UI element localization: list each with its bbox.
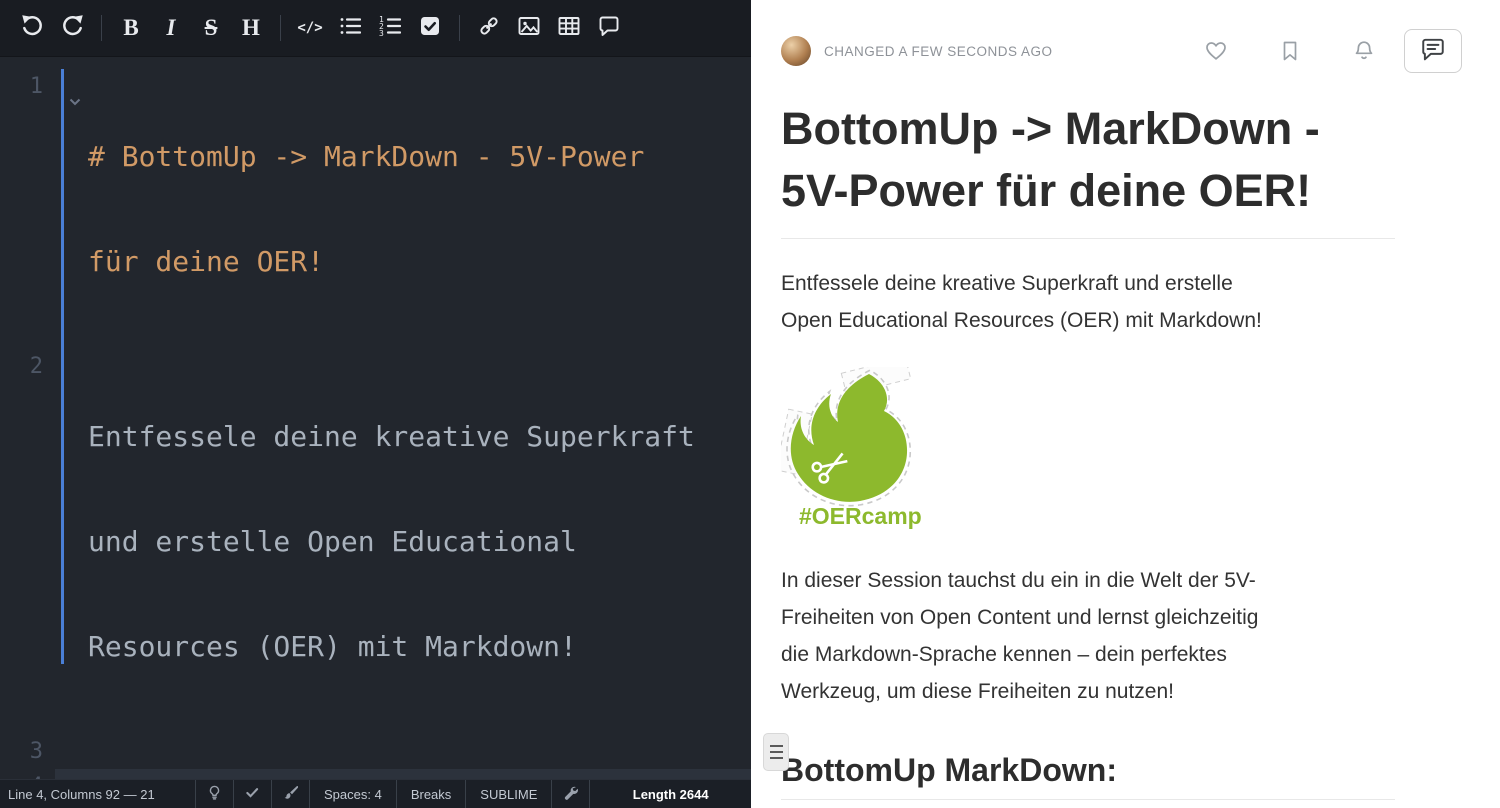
heading-icon: H bbox=[242, 15, 260, 41]
paragraph: Entfessele deine kreative Superkraft und… bbox=[781, 265, 1395, 339]
section-heading: BottomUp MarkDown: bbox=[781, 752, 1395, 800]
spellcheck-toggle[interactable] bbox=[234, 780, 272, 808]
bookmark-icon[interactable] bbox=[1278, 39, 1302, 63]
preview-pane: CHANGED A FEW SECONDS AGO BottomUp -> Ma… bbox=[751, 0, 1500, 808]
title-line: 5V-Power für deine OER! bbox=[781, 160, 1395, 222]
open-comments-button[interactable] bbox=[1404, 29, 1462, 73]
italic-button[interactable]: I bbox=[151, 8, 191, 48]
editor-line: 3 bbox=[0, 734, 751, 769]
line-number: 3 bbox=[30, 739, 43, 764]
table-button[interactable] bbox=[549, 8, 589, 48]
keymap-toggle[interactable]: SUBLIME bbox=[466, 780, 552, 808]
comment-icon bbox=[598, 15, 620, 42]
code-row: für deine OER! bbox=[88, 244, 751, 279]
note-actions bbox=[1204, 39, 1376, 63]
redo-icon bbox=[61, 14, 84, 42]
check-square-icon bbox=[419, 15, 441, 42]
code-button[interactable]: </> bbox=[290, 8, 330, 48]
changed-lines-indicator bbox=[61, 69, 64, 664]
image-icon bbox=[518, 15, 540, 42]
linebreak-mode-toggle[interactable]: Breaks bbox=[397, 780, 466, 808]
code-row: Resources (OER) mit Markdown! bbox=[88, 629, 751, 664]
paragraph-line: Werkzeug, um diese Freiheiten zu nutzen! bbox=[781, 673, 1395, 710]
code-text: # BottomUp -> MarkDown - 5V-Power für de… bbox=[55, 69, 751, 349]
code-text: ![](https://open-educational- resources.… bbox=[55, 769, 751, 779]
preferences-button[interactable] bbox=[552, 780, 590, 808]
editor-line: 2 Entfessele deine kreative Superkraft u… bbox=[0, 349, 751, 734]
linter-toggle[interactable] bbox=[272, 780, 310, 808]
bell-icon[interactable] bbox=[1352, 39, 1376, 63]
undo-icon bbox=[21, 14, 44, 42]
bold-icon: B bbox=[123, 15, 138, 41]
heart-icon[interactable] bbox=[1204, 39, 1228, 63]
unordered-list-button[interactable] bbox=[330, 8, 370, 48]
comment-bubble-icon bbox=[1420, 36, 1446, 67]
avatar bbox=[781, 36, 811, 66]
editor-toolbar: B I S H </> 123 bbox=[0, 0, 751, 57]
list-ul-icon bbox=[339, 15, 361, 42]
paragraph-line: die Markdown-Sprache kennen – dein perfe… bbox=[781, 636, 1395, 673]
svg-text:3: 3 bbox=[379, 29, 384, 37]
paragraph: In dieser Session tauchst du ein in die … bbox=[781, 562, 1395, 710]
italic-icon: I bbox=[167, 15, 176, 41]
indent-width-toggle[interactable]: Spaces: 4 bbox=[310, 780, 397, 808]
code-text: Entfessele deine kreative Superkraft und… bbox=[55, 349, 751, 734]
line-number: 4 bbox=[30, 774, 43, 779]
wrench-icon bbox=[563, 785, 578, 803]
logo-caption: #OERcamp bbox=[799, 503, 922, 529]
code-row: und erstelle Open Educational bbox=[88, 524, 751, 559]
comment-button-toolbar[interactable] bbox=[589, 8, 629, 48]
list-ol-icon: 123 bbox=[379, 15, 401, 42]
editor-gutter: 4 bbox=[0, 769, 55, 779]
document-length: Length 2644 bbox=[590, 780, 751, 808]
ordered-list-button[interactable]: 123 bbox=[370, 8, 410, 48]
table-icon bbox=[558, 15, 580, 42]
paragraph-line: Entfessele deine kreative Superkraft und… bbox=[781, 265, 1395, 302]
rendered-markdown: BottomUp -> MarkDown - 5V-Power für dein… bbox=[781, 98, 1395, 800]
pane-resize-handle[interactable] bbox=[763, 733, 789, 771]
code-icon: </> bbox=[297, 20, 322, 36]
title-line: BottomUp -> MarkDown - bbox=[781, 98, 1395, 160]
last-changed-label: CHANGED A FEW SECONDS AGO bbox=[824, 44, 1053, 59]
editor-gutter: 1 bbox=[0, 69, 55, 349]
check-icon bbox=[245, 785, 260, 803]
preview-header: CHANGED A FEW SECONDS AGO bbox=[781, 28, 1462, 74]
cursor-position: Line 4, Columns 92 — 21 bbox=[0, 780, 196, 808]
oercamp-logo-image: #OERcamp bbox=[781, 367, 1395, 536]
strikethrough-button[interactable]: S bbox=[191, 8, 231, 48]
paragraph-line: Open Educational Resources (OER) mit Mar… bbox=[781, 302, 1395, 339]
document-title: BottomUp -> MarkDown - 5V-Power für dein… bbox=[781, 98, 1395, 239]
toolbar-separator bbox=[280, 15, 281, 41]
strikethrough-icon: S bbox=[205, 15, 218, 41]
image-button[interactable] bbox=[509, 8, 549, 48]
link-icon bbox=[478, 15, 500, 42]
undo-button[interactable] bbox=[12, 8, 52, 48]
toolbar-separator bbox=[459, 15, 460, 41]
heading-button[interactable]: H bbox=[231, 8, 271, 48]
editor-gutter: 2 bbox=[0, 349, 55, 734]
line-number: 1 bbox=[30, 74, 43, 99]
editor-gutter: 3 bbox=[0, 734, 55, 769]
fold-chevron-icon[interactable] bbox=[69, 82, 81, 117]
line-number: 2 bbox=[30, 354, 43, 379]
redo-button[interactable] bbox=[52, 8, 92, 48]
editor-statusbar: Line 4, Columns 92 — 21 Spaces: 4 Breaks… bbox=[0, 779, 751, 808]
bold-button[interactable]: B bbox=[111, 8, 151, 48]
theme-toggle[interactable] bbox=[196, 780, 234, 808]
lightbulb-icon bbox=[207, 785, 222, 803]
editor-pane: B I S H </> 123 1 # BottomUp -> MarkDown… bbox=[0, 0, 751, 808]
code-text bbox=[55, 734, 751, 769]
paint-brush-icon bbox=[283, 785, 298, 803]
code-row: # BottomUp -> MarkDown - 5V-Power bbox=[88, 139, 751, 174]
paragraph-line: In dieser Session tauchst du ein in die … bbox=[781, 562, 1395, 599]
code-row: Entfessele deine kreative Superkraft bbox=[88, 419, 751, 454]
checklist-button[interactable] bbox=[410, 8, 450, 48]
link-button[interactable] bbox=[469, 8, 509, 48]
paragraph-line: Freiheiten von Open Content und lernst g… bbox=[781, 599, 1395, 636]
editor-line: 1 # BottomUp -> MarkDown - 5V-Power für … bbox=[0, 69, 751, 349]
editor-line-active: 4 ![](https://open-educational- resource… bbox=[0, 769, 751, 779]
code-row bbox=[88, 734, 751, 769]
markdown-editor[interactable]: 1 # BottomUp -> MarkDown - 5V-Power für … bbox=[0, 57, 751, 779]
toolbar-separator bbox=[101, 15, 102, 41]
